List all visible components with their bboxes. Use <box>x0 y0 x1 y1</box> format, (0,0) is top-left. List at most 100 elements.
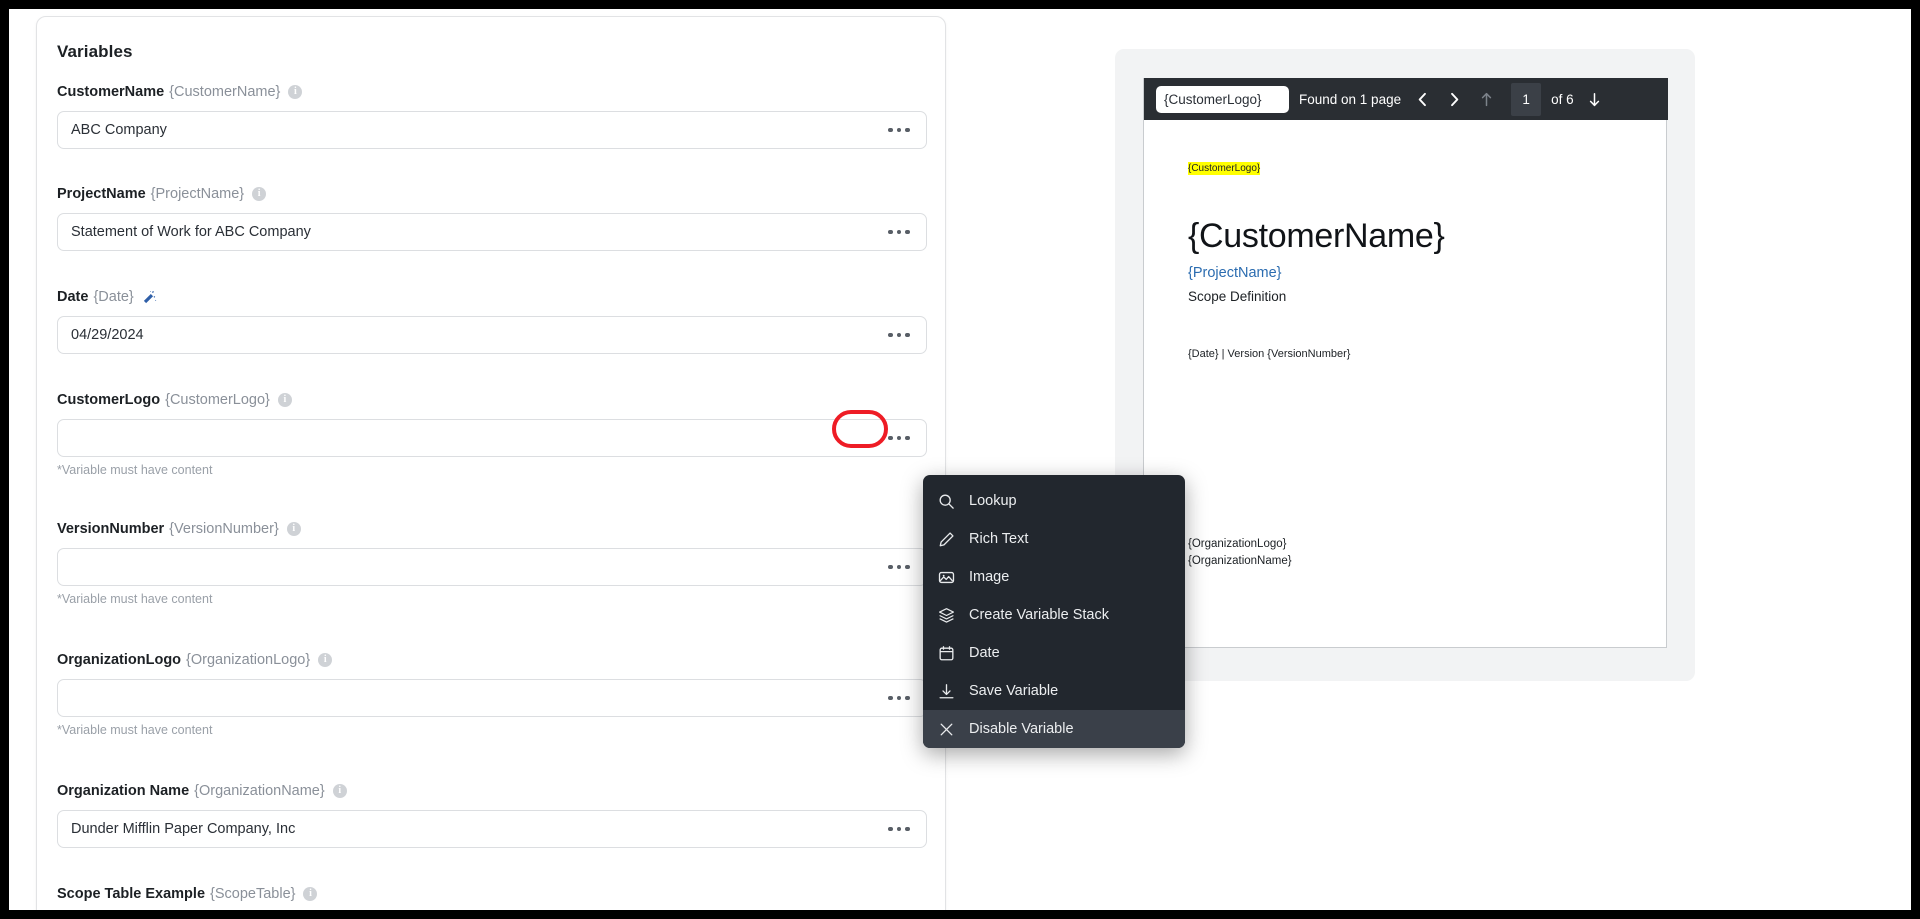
page-up-button[interactable] <box>1475 86 1497 112</box>
field-label: Scope Table Example {ScopeTable} i <box>57 885 927 903</box>
menu-item-date[interactable]: Date <box>923 634 1185 672</box>
magic-wand-icon[interactable] <box>142 290 157 305</box>
field-label: OrganizationLogo {OrganizationLogo} i <box>57 651 927 669</box>
info-icon[interactable]: i <box>252 187 267 201</box>
options-button[interactable] <box>880 425 918 451</box>
options-button[interactable] <box>880 219 918 245</box>
input-value: 04/29/2024 <box>71 327 144 343</box>
document-subtitle: Scope Definition <box>1188 289 1287 304</box>
field-label: Organization Name {OrganizationName} i <box>57 782 927 800</box>
field-name: Organization Name <box>57 783 190 799</box>
field-token: {ProjectName} <box>150 186 245 202</box>
page-title: Variables <box>57 42 133 61</box>
menu-item-label: Image <box>969 569 1010 585</box>
field-name: VersionNumber <box>57 521 165 537</box>
menu-item-image[interactable]: Image <box>923 558 1185 596</box>
text-input[interactable] <box>57 548 927 586</box>
preview-toolbar: {CustomerLogo} Found on 1 page 1 of 6 <box>1144 78 1668 120</box>
text-input[interactable] <box>57 679 927 717</box>
app-canvas: Variables CustomerName {CustomerName} i … <box>9 9 1911 910</box>
text-input[interactable]: 04/29/2024 <box>57 316 927 354</box>
text-input[interactable]: ABC Company <box>57 111 927 149</box>
variable-options-menu: Lookup Rich Text Image Create Variable S… <box>923 475 1185 748</box>
field-token: {Date} <box>93 289 134 305</box>
calendar-icon <box>937 644 956 663</box>
menu-item-save-variable[interactable]: Save Variable <box>923 672 1185 710</box>
page-down-button[interactable] <box>1584 86 1606 112</box>
document-org-logo-token: {OrganizationLogo} <box>1188 538 1287 550</box>
info-icon[interactable]: i <box>318 653 333 667</box>
text-input[interactable]: Dunder Mifflin Paper Company, Inc <box>57 810 927 848</box>
field-token: {ScopeTable} <box>210 886 296 902</box>
variables-panel: Variables CustomerName {CustomerName} i … <box>36 16 946 910</box>
field-customername: CustomerName {CustomerName} i ABC Compan… <box>57 83 927 149</box>
search-icon <box>937 492 956 511</box>
input-value: ABC Company <box>71 122 167 138</box>
page-total-label: of 6 <box>1551 91 1574 107</box>
input-value: Dunder Mifflin Paper Company, Inc <box>71 821 296 837</box>
field-label: CustomerLogo {CustomerLogo} i <box>57 391 927 409</box>
options-button[interactable] <box>880 685 918 711</box>
download-icon <box>937 682 956 701</box>
options-button[interactable] <box>880 554 918 580</box>
field-token: {CustomerName} <box>169 84 281 100</box>
field-organizationname: Organization Name {OrganizationName} i D… <box>57 782 927 848</box>
field-customerlogo: CustomerLogo {CustomerLogo} i *Variable … <box>57 391 927 477</box>
next-match-button[interactable] <box>1443 86 1465 112</box>
image-icon <box>937 568 956 587</box>
document-org-block: {OrganizationLogo} {OrganizationName} <box>1188 536 1622 570</box>
options-button[interactable] <box>880 117 918 143</box>
search-input[interactable]: {CustomerLogo} <box>1156 85 1289 113</box>
field-date: Date {Date} 04/29/2024 <box>57 288 927 354</box>
field-token: {OrganizationLogo} <box>186 652 311 668</box>
field-hint: *Variable must have content <box>57 463 213 477</box>
field-label: VersionNumber {VersionNumber} i <box>57 520 927 538</box>
menu-item-label: Disable Variable <box>969 721 1074 737</box>
input-value: Statement of Work for ABC Company <box>71 224 311 240</box>
document-org-name-token: {OrganizationName} <box>1188 555 1292 567</box>
field-name: CustomerLogo <box>57 392 161 408</box>
info-icon[interactable]: i <box>288 85 303 99</box>
info-icon[interactable]: i <box>332 784 347 798</box>
menu-item-label: Lookup <box>969 493 1017 509</box>
document-meta-line: {Date} | Version {VersionNumber} <box>1188 348 1351 360</box>
field-name: ProjectName <box>57 186 146 202</box>
document-project-token: {ProjectName} <box>1188 265 1282 281</box>
menu-item-label: Save Variable <box>969 683 1059 699</box>
field-organizationlogo: OrganizationLogo {OrganizationLogo} i *V… <box>57 651 927 737</box>
field-name: OrganizationLogo <box>57 652 182 668</box>
info-icon[interactable]: i <box>286 522 301 536</box>
field-token: {OrganizationName} <box>194 783 325 799</box>
field-projectname: ProjectName {ProjectName} i Statement of… <box>57 185 927 251</box>
highlighted-match-customerlogo: {CustomerLogo} <box>1188 162 1261 175</box>
field-name: Date <box>57 289 89 305</box>
menu-item-label: Date <box>969 645 1000 661</box>
text-input[interactable] <box>57 419 927 457</box>
page-number-input[interactable]: 1 <box>1511 82 1542 116</box>
layers-icon <box>937 606 956 625</box>
menu-item-disable-variable[interactable]: Disable Variable <box>923 710 1185 748</box>
document-page: {CustomerLogo} Found on 1 page 1 of 6 {C… <box>1143 78 1668 648</box>
field-token: {VersionNumber} <box>169 521 279 537</box>
field-versionnumber: VersionNumber {VersionNumber} i *Variabl… <box>57 520 927 606</box>
menu-item-rich-text[interactable]: Rich Text <box>923 520 1185 558</box>
menu-item-lookup[interactable]: Lookup <box>923 482 1185 520</box>
field-token: {CustomerLogo} <box>165 392 270 408</box>
field-label: Date {Date} <box>57 288 927 306</box>
close-x-icon <box>937 720 956 739</box>
info-icon[interactable]: i <box>277 393 292 407</box>
prev-match-button[interactable] <box>1411 86 1433 112</box>
options-button[interactable] <box>880 322 918 348</box>
options-button[interactable] <box>880 816 918 842</box>
screenshot-root: Variables CustomerName {CustomerName} i … <box>0 0 1920 919</box>
menu-item-label: Create Variable Stack <box>969 607 1109 623</box>
menu-item-create-variable-stack[interactable]: Create Variable Stack <box>923 596 1185 634</box>
document-content: {CustomerLogo} {CustomerName} {ProjectNa… <box>1144 120 1666 647</box>
field-hint: *Variable must have content <box>57 592 213 606</box>
field-scopetable: Scope Table Example {ScopeTable} i <box>57 885 927 903</box>
field-name: CustomerName <box>57 84 165 100</box>
field-label: CustomerName {CustomerName} i <box>57 83 927 101</box>
text-input[interactable]: Statement of Work for ABC Company <box>57 213 927 251</box>
search-result-count: Found on 1 page <box>1299 91 1402 107</box>
info-icon[interactable]: i <box>303 887 318 901</box>
